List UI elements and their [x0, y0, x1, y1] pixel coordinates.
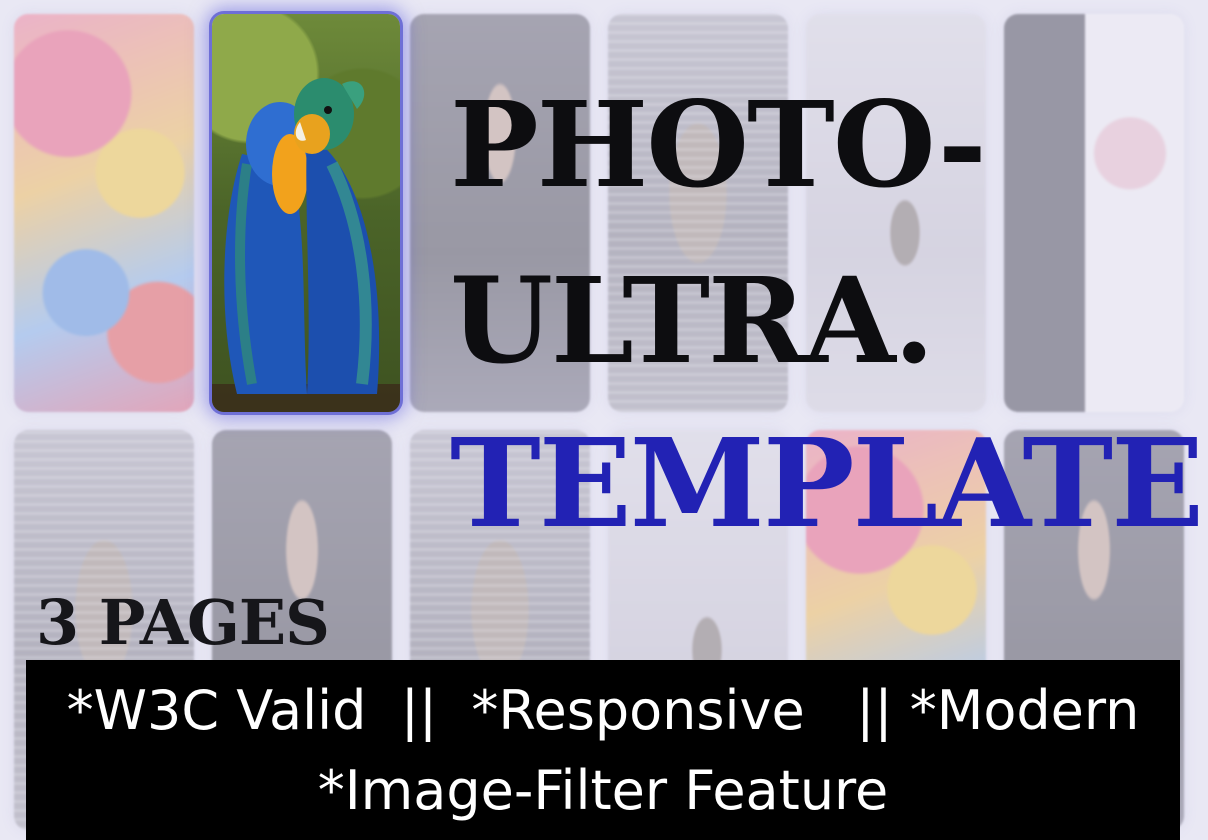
parrots-image [212, 78, 400, 412]
wedding-photo [1004, 14, 1184, 412]
title-line-template: TEMPLATE [450, 411, 1204, 555]
face-paint-photo [14, 14, 194, 412]
pages-count-label: 3 PAGES [36, 586, 330, 659]
feature-line-1: *W3C Valid || *Responsive || *Modern [66, 679, 1140, 742]
template-banner: PHOTO- ULTRA. TEMPLATE 3 PAGES *W3C Vali… [0, 0, 1208, 840]
title-line-ultra: ULTRA. [450, 251, 935, 390]
featured-parrots-photo [212, 14, 400, 412]
feature-line-2: *Image-Filter Feature [317, 759, 889, 822]
feature-list-bar: *W3C Valid || *Responsive || *Modern *Im… [26, 660, 1180, 840]
title-line-photo: PHOTO- [450, 75, 987, 214]
